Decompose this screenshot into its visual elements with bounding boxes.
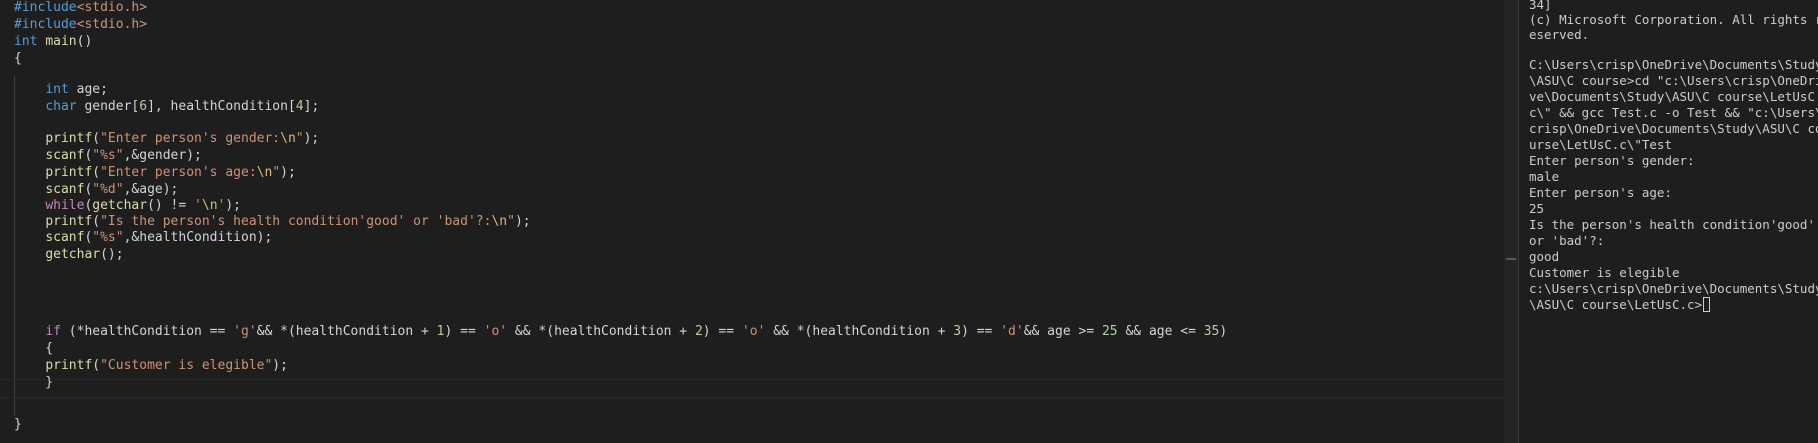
terminal-line: Enter person's age: xyxy=(1529,185,1672,200)
vscode-window: #include<stdio.h> #include<stdio.h> int … xyxy=(0,0,1818,443)
terminal-line: c\" && gcc Test.c -o Test && "c:\Users\ xyxy=(1529,105,1818,120)
scanf-gender: scanf("%s",&gender); xyxy=(45,148,202,163)
terminal-line: Enter person's gender: xyxy=(1529,153,1695,168)
terminal-prompt-line[interactable]: \ASU\C course\LetUsC.c> xyxy=(1529,296,1711,313)
terminal-line: \ASU\C course>cd "c:\Users\crisp\OneDri xyxy=(1529,73,1818,88)
code-line-16: getchar(); xyxy=(14,245,124,264)
terminal-line: eserved. xyxy=(1529,27,1590,42)
scanf-age: scanf("%d",&age); xyxy=(45,182,179,197)
terminal-line: male xyxy=(1529,169,1560,184)
age-declaration: int age; xyxy=(45,82,108,97)
scrollbar-position-marker xyxy=(1506,258,1516,260)
terminal-line: C:\Users\crisp\OneDrive\Documents\Study xyxy=(1529,57,1818,72)
terminal-line: good xyxy=(1529,249,1560,264)
editor-scrollbar[interactable] xyxy=(1504,0,1518,443)
code-line-21: } xyxy=(14,373,53,392)
scanf-health: scanf("%s",&healthCondition); xyxy=(45,230,273,245)
terminal-line: Is the person's health condition'good' xyxy=(1529,217,1815,232)
array-declaration: char gender[6], healthCondition[4]; xyxy=(45,99,320,114)
terminal-prompt: \ASU\C course\LetUsC.c> xyxy=(1529,297,1703,312)
terminal-line: or 'bad'?: xyxy=(1529,233,1605,248)
code-line-23: } xyxy=(14,415,22,434)
getchar-call: getchar(); xyxy=(45,247,124,262)
code-line-4: { xyxy=(14,49,22,68)
include-directive: #include<stdio.h> xyxy=(14,17,148,32)
code-line-3: int main() xyxy=(14,32,92,51)
printf-result: printf("Customer is elegible"); xyxy=(45,358,288,373)
terminal-line: Customer is elegible xyxy=(1529,265,1680,280)
printf-gender: printf("Enter person's gender:\n"); xyxy=(45,131,320,146)
printf-age: printf("Enter person's age:\n"); xyxy=(45,165,296,180)
code-editor[interactable]: #include<stdio.h> #include<stdio.h> int … xyxy=(0,0,1504,443)
code-line-18: if (*healthCondition == 'g'&& *(healthCo… xyxy=(14,322,1227,341)
terminal-line: 25 xyxy=(1529,201,1545,216)
code-line-7: char gender[6], healthCondition[4]; xyxy=(14,97,319,116)
terminal-line: urse\LetUsC.c\"Test xyxy=(1529,137,1672,152)
terminal-line: ve\Documents\Study\ASU\C course\LetUsC. xyxy=(1529,89,1818,104)
include-directive: #include<stdio.h> xyxy=(14,0,148,15)
current-line-highlight xyxy=(0,379,1504,398)
main-signature: int main() xyxy=(14,34,93,49)
if-open-brace: { xyxy=(14,341,54,356)
if-close-brace: } xyxy=(14,375,54,390)
terminal-cursor xyxy=(1703,297,1711,312)
if-condition: if (*healthCondition == 'g'&& *(healthCo… xyxy=(45,324,1228,339)
terminal-line: crisp\OneDrive\Documents\Study\ASU\C co xyxy=(1529,121,1818,136)
code-line-20: printf("Customer is elegible"); xyxy=(14,356,288,375)
close-brace: } xyxy=(14,417,22,432)
terminal-panel[interactable]: 34] (c) Microsoft Corporation. All right… xyxy=(1519,0,1818,443)
printf-health: printf("Is the person's health condition… xyxy=(45,214,531,229)
while-getchar: while(getchar() != '\n'); xyxy=(45,198,242,213)
open-brace: { xyxy=(14,51,22,66)
terminal-line: c:\Users\crisp\OneDrive\Documents\Study xyxy=(1529,281,1818,296)
